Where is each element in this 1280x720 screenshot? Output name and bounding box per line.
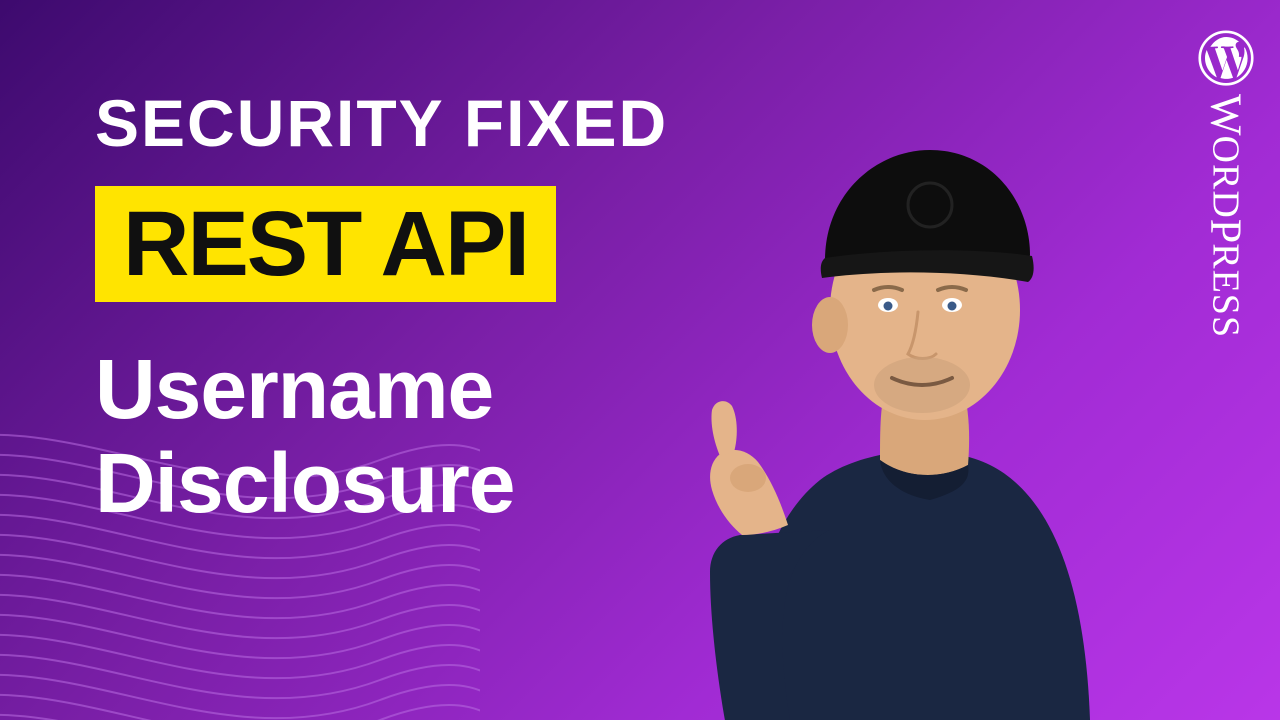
headline-body-line1: Username xyxy=(95,342,493,436)
presenter-photo xyxy=(630,80,1190,720)
wordpress-icon xyxy=(1198,30,1254,86)
wordpress-wordmark-caps: W xyxy=(1202,94,1251,136)
headline-body: Username Disclosure xyxy=(95,342,668,530)
wordpress-wordmark: WORDPRESS xyxy=(1201,94,1252,338)
headline-eyebrow: SECURITY FIXED xyxy=(95,90,668,156)
headline-block: SECURITY FIXED REST API Username Disclos… xyxy=(95,90,668,530)
headline-highlight: REST API xyxy=(95,186,556,302)
headline-body-line2: Disclosure xyxy=(95,436,515,530)
wordpress-logo: WORDPRESS xyxy=(1198,30,1254,338)
